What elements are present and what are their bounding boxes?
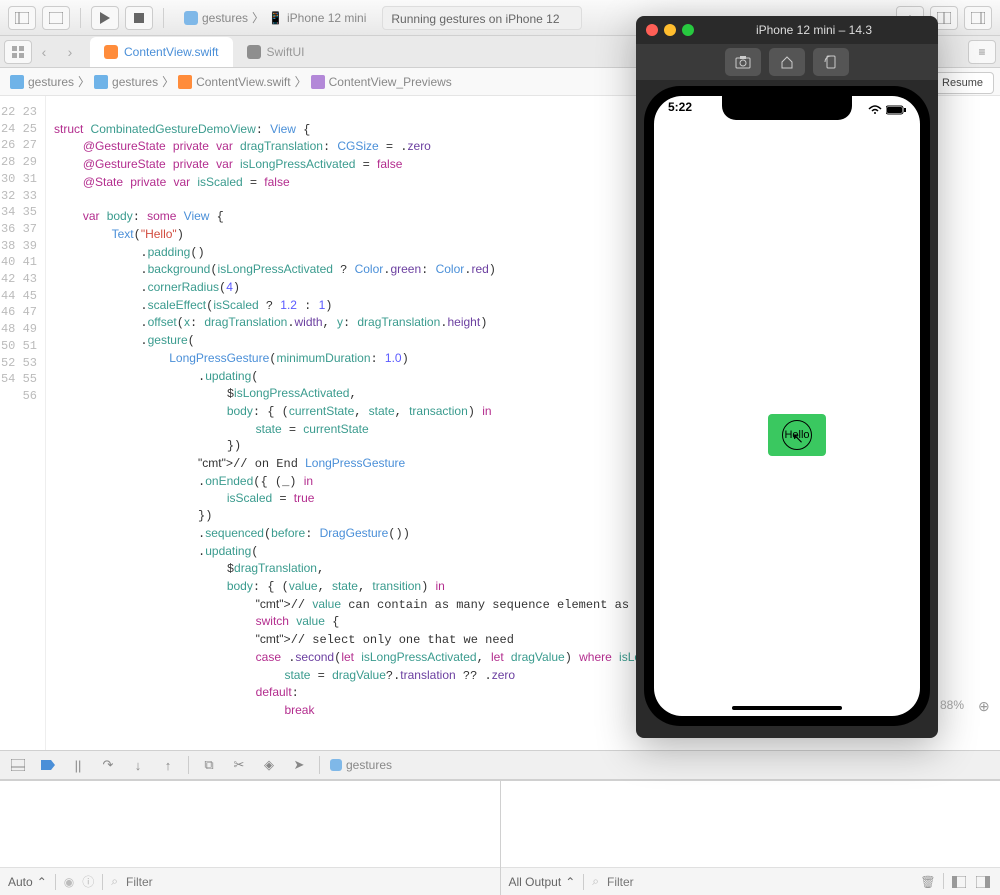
zoom-reset-icon[interactable]: ⊕ <box>978 698 990 715</box>
battery-icon <box>886 105 906 115</box>
swift-file-icon <box>104 45 118 59</box>
breakpoint-icon[interactable] <box>38 755 58 775</box>
preview-icon <box>311 75 325 89</box>
debug-target[interactable]: gestures <box>330 758 392 772</box>
debug-target-name: gestures <box>346 758 392 772</box>
bottom-panes: Auto ⌃ ◉ ⓘ ⌕ All Output ⌃ ⌕ 🗑 <box>0 780 1000 895</box>
run-button[interactable] <box>91 6 119 30</box>
left-pane-toggle-icon[interactable] <box>950 873 968 891</box>
build-status: Running gestures on iPhone 12 <box>382 6 582 30</box>
info-icon[interactable]: ⓘ <box>82 873 94 890</box>
breadcrumb-preview: ContentView_Previews <box>329 75 452 89</box>
console-pane[interactable]: All Output ⌃ ⌕ 🗑 <box>501 781 1000 895</box>
eye-icon[interactable]: ◉ <box>64 875 74 889</box>
tab-label: ContentView.swift <box>124 45 219 59</box>
editor-options-icon[interactable]: ≡ <box>968 40 996 64</box>
right-pane-toggle-icon[interactable] <box>974 873 992 891</box>
close-icon[interactable] <box>646 24 658 36</box>
device-icon: 📱 <box>268 11 283 25</box>
filter-icon: ⌕ <box>111 874 118 889</box>
hello-view[interactable]: Hello ↖ <box>768 414 826 456</box>
app-icon <box>330 759 342 771</box>
scheme-name: gestures <box>202 11 248 25</box>
scheme-selector[interactable]: gestures 〉 📱 iPhone 12 mini <box>174 9 376 26</box>
folder-icon <box>10 75 24 89</box>
breadcrumb-folder: gestures <box>28 75 74 89</box>
panel-toggle-icon[interactable] <box>42 6 70 30</box>
preview-zoom[interactable]: 88% <box>940 698 964 712</box>
step-into-icon[interactable]: ↓ <box>128 755 148 775</box>
env-override-icon[interactable]: ◈ <box>259 755 279 775</box>
sim-title: iPhone 12 mini – 14.3 <box>700 23 928 37</box>
back-button[interactable]: ‹ <box>32 40 56 64</box>
step-over-icon[interactable]: ↷ <box>98 755 118 775</box>
forward-button[interactable]: › <box>58 40 82 64</box>
breadcrumb-subfolder: gestures <box>112 75 158 89</box>
step-out-icon[interactable]: ↑ <box>158 755 178 775</box>
memory-graph-icon[interactable]: ✂ <box>229 755 249 775</box>
app-icon <box>184 11 198 25</box>
sidebar-toggle-icon[interactable] <box>8 6 36 30</box>
pause-icon[interactable]: || <box>68 755 88 775</box>
trash-icon[interactable]: 🗑 <box>919 873 937 891</box>
simulator-window[interactable]: iPhone 12 mini – 14.3 5:22 Hello ↖ <box>636 16 938 738</box>
sim-titlebar[interactable]: iPhone 12 mini – 14.3 <box>636 16 938 44</box>
resume-button[interactable]: Resume <box>931 72 994 94</box>
minimize-icon[interactable] <box>664 24 676 36</box>
screenshot-icon[interactable] <box>725 48 761 76</box>
sim-toolbar <box>636 44 938 80</box>
wifi-icon <box>868 105 882 115</box>
console-output-selector[interactable]: All Output ⌃ <box>509 875 576 889</box>
variables-bar: Auto ⌃ ◉ ⓘ ⌕ <box>0 867 500 895</box>
filter-icon: ⌕ <box>592 874 599 889</box>
inspector-toggle-icon[interactable] <box>964 6 992 30</box>
doc-icon <box>247 45 261 59</box>
stop-button[interactable] <box>125 6 153 30</box>
phone-screen[interactable]: 5:22 Hello ↖ <box>654 96 920 716</box>
console-filter-input[interactable] <box>607 875 911 889</box>
hide-debug-icon[interactable] <box>8 755 28 775</box>
variables-filter-input[interactable] <box>126 875 492 889</box>
variables-scope-selector[interactable]: Auto ⌃ <box>8 875 47 889</box>
tab-swiftui[interactable]: SwiftUI <box>233 37 319 67</box>
maximize-icon[interactable] <box>682 24 694 36</box>
breadcrumb-file: ContentView.swift <box>196 75 291 89</box>
home-indicator[interactable] <box>732 706 842 710</box>
folder-icon <box>94 75 108 89</box>
line-gutter: 22 23 24 25 26 27 28 29 30 31 32 33 34 3… <box>0 96 46 750</box>
cursor-indicator: Hello ↖ <box>782 420 812 450</box>
debug-bar: || ↷ ↓ ↑ ⧉ ✂ ◈ ➤ gestures <box>0 750 1000 780</box>
phone-status-bar: 5:22 <box>654 100 920 120</box>
rotate-icon[interactable] <box>813 48 849 76</box>
related-items-icon[interactable] <box>4 40 32 64</box>
tab-contentview[interactable]: ContentView.swift <box>90 37 233 67</box>
variables-pane[interactable]: Auto ⌃ ◉ ⓘ ⌕ <box>0 781 501 895</box>
home-icon[interactable] <box>769 48 805 76</box>
phone-time: 5:22 <box>668 100 692 120</box>
console-bar: All Output ⌃ ⌕ 🗑 <box>501 867 1000 895</box>
location-icon[interactable]: ➤ <box>289 755 309 775</box>
swift-file-icon <box>178 75 192 89</box>
view-debug-icon[interactable]: ⧉ <box>199 755 219 775</box>
phone-frame: 5:22 Hello ↖ <box>644 86 930 726</box>
device-name: iPhone 12 mini <box>287 11 366 25</box>
tab-label: SwiftUI <box>267 45 305 59</box>
